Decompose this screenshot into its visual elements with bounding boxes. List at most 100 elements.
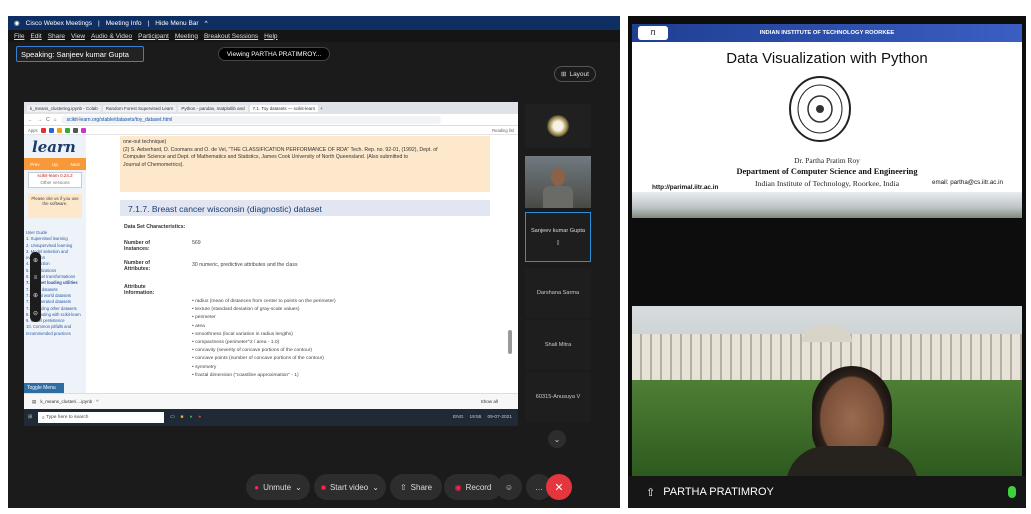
taskbar-search-placeholder: Type here to search	[46, 415, 89, 420]
chevron-down-icon[interactable]: ⌄	[372, 483, 379, 492]
row-value: 569	[192, 240, 201, 246]
webex-window: ◉ Cisco Webex Meetings | Meeting Info | …	[8, 16, 620, 508]
reactions-button[interactable]: ☺	[496, 474, 522, 500]
cite-note: Please cite us if you use the software.	[28, 194, 82, 218]
zoom-in-icon[interactable]: ⊕	[33, 292, 38, 299]
page-scrollbar[interactable]	[508, 330, 512, 354]
other-versions-link[interactable]: Other versions	[29, 180, 81, 185]
emoji-icon: ☺	[504, 482, 514, 492]
show-all-button[interactable]: Show all	[481, 399, 518, 404]
list-item: • compactness (perimeter^2 / area - 1.0)	[192, 340, 280, 346]
unmute-button[interactable]: ● Unmute ⌄	[246, 474, 310, 500]
prev-link[interactable]: Prev	[30, 162, 39, 167]
sklearn-logo[interactable]: learn	[32, 138, 76, 156]
professor-name: Dr. Partha Pratim Roy	[794, 156, 860, 165]
viewing-indicator[interactable]: Viewing PARTHA PRATIMROY...	[218, 47, 330, 61]
browser-tabs: k_means_clustering.ipynb - Colab Random …	[24, 102, 518, 114]
new-tab-icon[interactable]: +	[320, 106, 323, 111]
institute-logo-icon	[547, 115, 569, 137]
chevron-down-icon[interactable]: ⌄	[548, 430, 566, 448]
section-heading: 7.1.7. Breast cancer wisconsin (diagnost…	[120, 200, 490, 216]
menu-bar: File Edit Share View Audio & Video Parti…	[8, 30, 620, 42]
share-icon: ⇧	[399, 482, 407, 492]
nptel-logo: n	[638, 26, 668, 40]
screenshot-root: ◉ Cisco Webex Meetings | Meeting Info | …	[0, 0, 1031, 514]
list-item: • fractal dimension ("coastline approxim…	[192, 372, 299, 378]
menu-file[interactable]: File	[14, 33, 24, 40]
mic-icon: ▯	[556, 240, 560, 246]
hide-menu-bar-link[interactable]: Hide Menu Bar	[155, 20, 198, 27]
bookmark-icon[interactable]	[40, 127, 46, 133]
row-key: Attribute Information:	[124, 284, 155, 296]
mic-active-icon	[1008, 486, 1016, 498]
browser-tab[interactable]: Random Forest Supervised Learn	[102, 104, 177, 112]
slide-title: Data Visualization with Python	[726, 50, 928, 67]
browser-tab-active[interactable]: 7.1. Toy datasets — scikit-learn	[249, 104, 319, 112]
participant-tile-video[interactable]	[525, 156, 591, 208]
participant-tile[interactable]: Darshana Sarma	[525, 268, 591, 318]
share-button[interactable]: ⇧ Share	[390, 474, 442, 500]
participant-tile[interactable]: Shali Mitra	[525, 320, 591, 370]
chrome-icon[interactable]: ●	[189, 415, 192, 420]
menu-audio-video[interactable]: Audio & Video	[91, 33, 132, 40]
menu-edit[interactable]: Edit	[30, 33, 41, 40]
chevron-up-icon[interactable]: ^	[96, 399, 98, 404]
menu-participant[interactable]: Participant	[138, 33, 169, 40]
address-bar[interactable]: scikit-learn.org/stable/datasets/toy_dat…	[60, 115, 441, 124]
bookmark-icon[interactable]	[48, 127, 54, 133]
home-icon[interactable]: ⌂	[54, 117, 57, 123]
zoom-out-icon[interactable]: ⊖	[33, 310, 38, 317]
app-icon[interactable]: ●	[198, 415, 201, 420]
chevron-up-icon[interactable]: ^	[205, 20, 208, 27]
menu-meeting[interactable]: Meeting	[175, 33, 198, 40]
record-label: Record	[465, 482, 492, 492]
next-link[interactable]: Next	[70, 162, 79, 167]
meeting-info-link[interactable]: Meeting Info	[106, 20, 142, 27]
taskbar-search[interactable]: ⌕ Type here to search	[38, 412, 165, 423]
reload-icon[interactable]: C	[46, 117, 50, 123]
layout-button[interactable]: ⊞ Layout	[554, 66, 596, 82]
record-icon: ◉	[454, 482, 462, 492]
participant-tile-active[interactable]: Sanjeev kumar Gupta ▯	[525, 212, 591, 262]
unmute-label: Unmute	[263, 482, 292, 492]
annotation-toolbar: ⊕ ≡ ⊕ ⊖	[30, 252, 41, 322]
slide-building-photo	[632, 192, 1022, 218]
menu-view[interactable]: View	[71, 33, 85, 40]
record-button[interactable]: ◉ Record	[444, 474, 502, 500]
bookmark-icon[interactable]	[56, 127, 62, 133]
windows-start-icon[interactable]: ⊞	[28, 415, 32, 420]
menu-share[interactable]: Share	[48, 33, 65, 40]
row-key: Number of Attributes:	[124, 260, 151, 272]
bookmark-apps[interactable]: Apps	[28, 128, 38, 133]
pointer-icon[interactable]: ⊕	[33, 257, 38, 264]
menu-icon[interactable]: ≡	[34, 275, 38, 281]
toggle-menu-button[interactable]: Toggle Menu	[24, 383, 64, 393]
toc-item[interactable]: 10. Common pitfalls and recommended prac…	[26, 324, 84, 337]
menu-help[interactable]: Help	[264, 33, 277, 40]
close-icon: ✕	[554, 481, 564, 494]
presenter-panel: INDIAN INSTITUTE OF TECHNOLOGY ROORKEE n…	[628, 16, 1026, 508]
bookmark-icon[interactable]	[80, 127, 86, 133]
list-item: • texture (standard deviation of gray-sc…	[192, 307, 300, 313]
end-meeting-button[interactable]: ✕	[546, 474, 572, 500]
sklearn-nav: Prev Up Next	[24, 158, 86, 170]
start-video-button[interactable]: ■ Start video ⌄	[314, 474, 386, 500]
video-off-icon: ■	[321, 482, 326, 492]
browser-tab[interactable]: Python - pandas, matplotlib and	[178, 104, 248, 112]
forward-icon[interactable]: →	[37, 117, 42, 123]
bookmark-reading-list[interactable]: Reading list	[492, 128, 518, 133]
participant-tile-logo[interactable]	[525, 104, 591, 148]
chevron-down-icon[interactable]: ⌄	[295, 483, 302, 492]
presentation-slide: INDIAN INSTITUTE OF TECHNOLOGY ROORKEE n…	[632, 24, 1022, 218]
task-view-icon[interactable]: ▭	[170, 415, 175, 420]
department-name: Department of Computer Science and Engin…	[736, 167, 918, 176]
menu-breakout-sessions[interactable]: Breakout Sessions	[204, 33, 258, 40]
back-icon[interactable]: ←	[28, 117, 33, 123]
explorer-icon[interactable]: ■	[181, 415, 184, 420]
participant-tile[interactable]: 60315-Anusuya V	[525, 372, 591, 422]
bookmark-icon[interactable]	[72, 127, 78, 133]
up-link[interactable]: Up	[52, 162, 58, 167]
browser-tab[interactable]: k_means_clustering.ipynb - Colab	[27, 104, 101, 112]
download-file[interactable]: k_means_clusteri....ipynb	[40, 399, 92, 404]
bookmark-icon[interactable]	[64, 127, 70, 133]
